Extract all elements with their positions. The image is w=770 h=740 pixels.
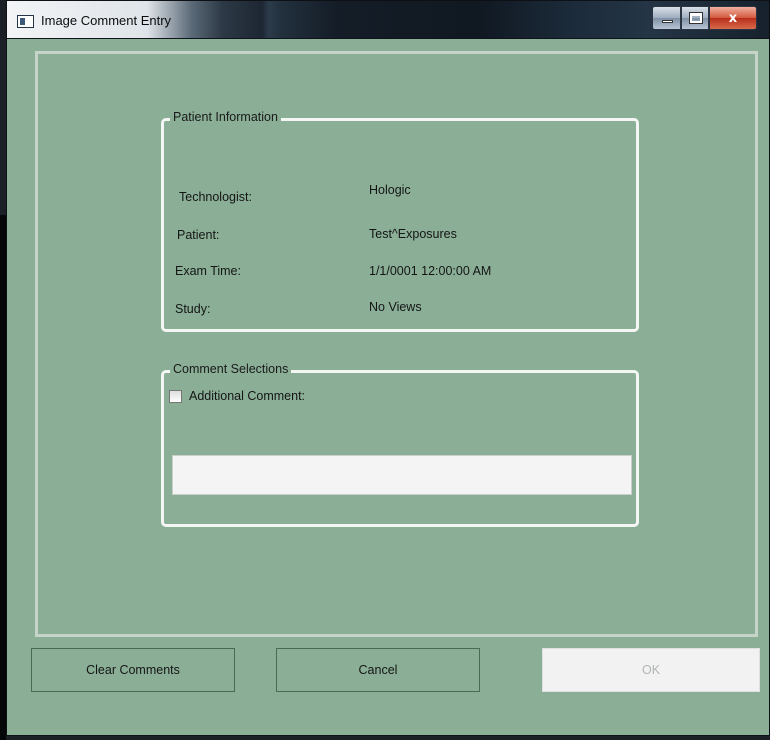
ok-button[interactable]: OK bbox=[542, 648, 760, 692]
exam-time-label: Exam Time: bbox=[175, 264, 241, 278]
additional-comment-label[interactable]: Additional Comment: bbox=[189, 389, 305, 403]
comment-selections-group: Comment Selections Additional Comment: bbox=[161, 362, 639, 527]
patient-information-legend: Patient Information bbox=[170, 110, 281, 124]
window-title: Image Comment Entry bbox=[41, 13, 172, 28]
image-comment-entry-window: Image Comment Entry x Patient Informatio… bbox=[6, 0, 770, 736]
close-icon: x bbox=[728, 10, 738, 26]
clear-comments-button[interactable]: Clear Comments bbox=[31, 648, 235, 692]
technologist-value: Hologic bbox=[369, 183, 411, 197]
maximize-icon bbox=[689, 12, 703, 24]
exam-time-value: 1/1/0001 12:00:00 AM bbox=[369, 264, 492, 278]
app-icon bbox=[17, 15, 34, 28]
technologist-label: Technologist: bbox=[179, 190, 252, 204]
additional-comment-input[interactable] bbox=[172, 455, 632, 495]
patient-value: Test^Exposures bbox=[369, 227, 457, 241]
study-value: No Views bbox=[369, 300, 422, 314]
comment-selections-legend: Comment Selections bbox=[170, 362, 292, 376]
minimize-button[interactable] bbox=[652, 6, 681, 30]
minimize-icon bbox=[662, 20, 673, 23]
title-bar[interactable]: Image Comment Entry x bbox=[7, 1, 769, 39]
additional-comment-checkbox[interactable] bbox=[169, 389, 182, 403]
study-label: Study: bbox=[175, 302, 211, 316]
additional-comment-option[interactable]: Additional Comment: bbox=[169, 389, 305, 403]
close-button[interactable]: x bbox=[709, 6, 757, 30]
patient-label: Patient: bbox=[177, 228, 220, 242]
patient-information-group: Patient Information Technologist: Hologi… bbox=[161, 110, 639, 332]
cancel-button[interactable]: Cancel bbox=[276, 648, 480, 692]
maximize-button[interactable] bbox=[681, 6, 709, 30]
